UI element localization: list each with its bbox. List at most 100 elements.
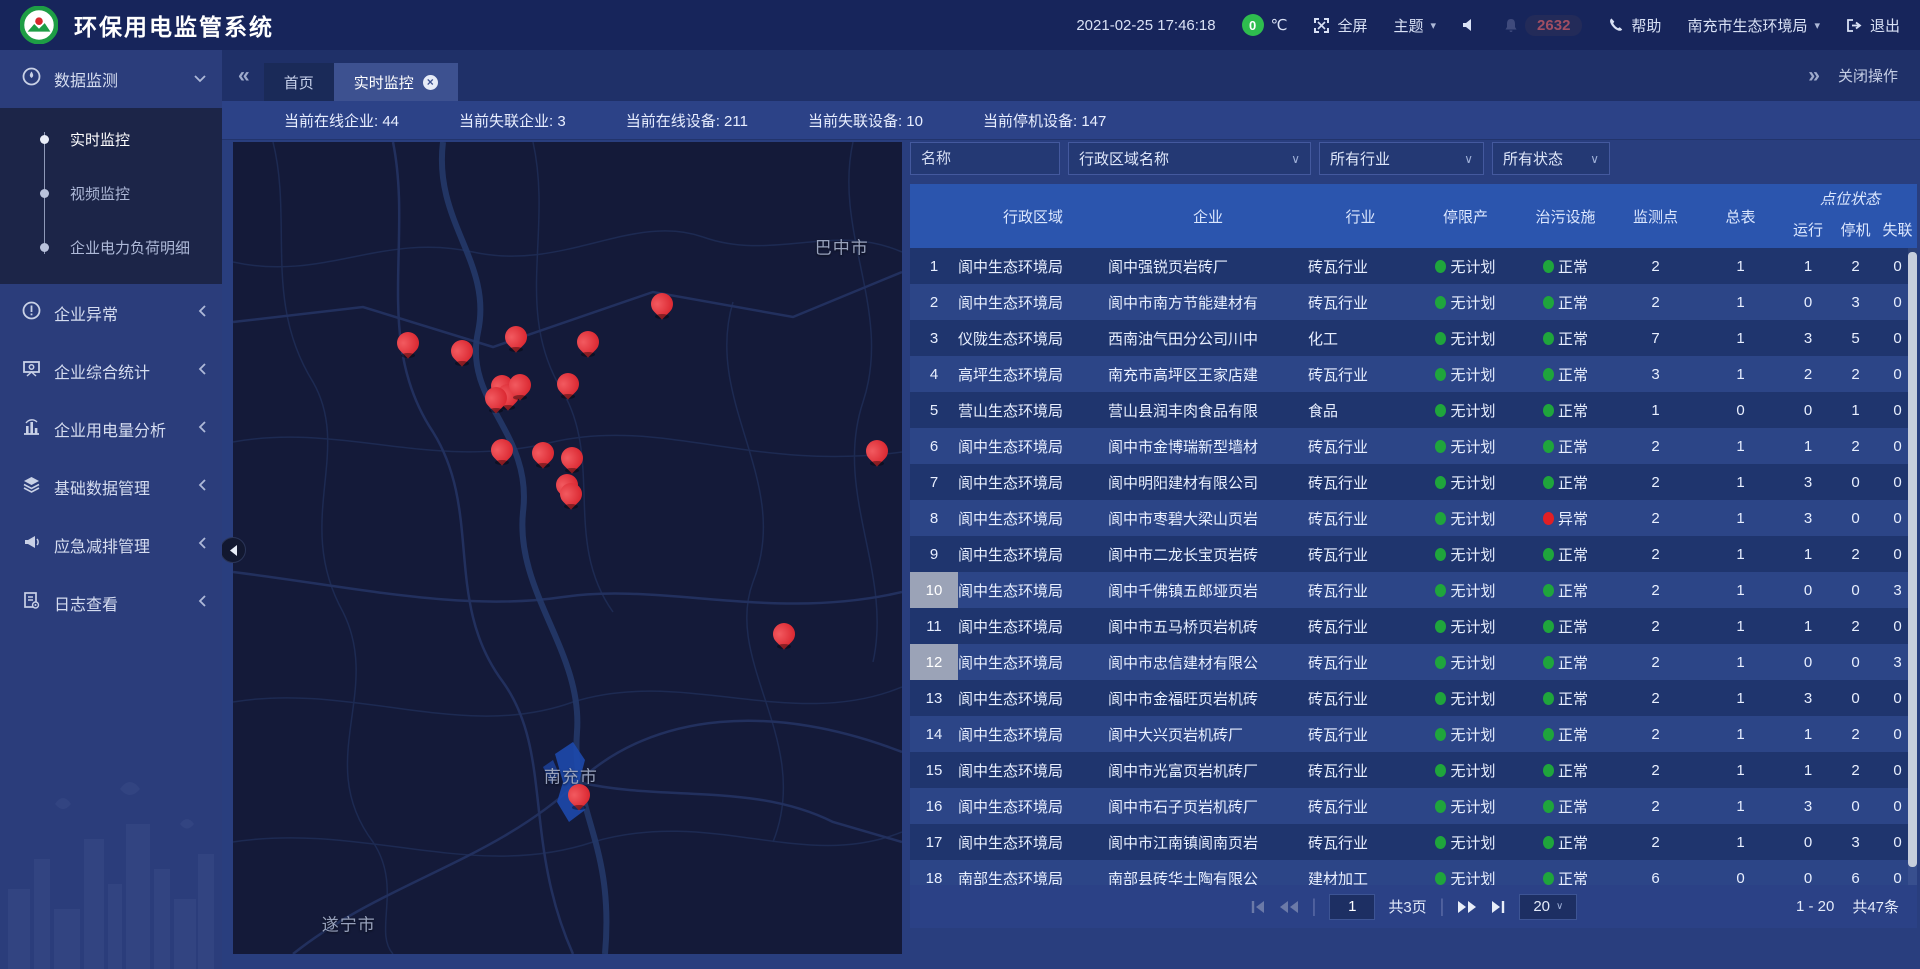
row-limit-status: 无计划 (1413, 788, 1518, 824)
map-pin[interactable] (485, 387, 507, 409)
map-pin[interactable] (651, 293, 673, 315)
sidebar-item-label: 日志查看 (54, 591, 185, 615)
next-page-icon[interactable] (1457, 900, 1477, 914)
table-row[interactable]: 7阆中生态环境局阆中明阳建材有限公司砖瓦行业无计划正常21300 (910, 464, 1917, 500)
map-pin[interactable] (561, 447, 583, 469)
close-tab-icon[interactable]: × (423, 75, 438, 90)
sidebar-item-label: 企业异常 (54, 301, 185, 325)
org-dropdown[interactable]: 南充市生态环境局 ▾ (1687, 15, 1820, 36)
map-pin[interactable] (509, 374, 531, 396)
table-row[interactable]: 1阆中生态环境局阆中强锐页岩砖厂砖瓦行业无计划正常21120 (910, 248, 1917, 284)
prev-page-icon[interactable] (1279, 900, 1299, 914)
limit-status-label: 无计划 (1450, 544, 1495, 565)
table-row[interactable]: 14阆中生态环境局阆中大兴页岩机砖厂砖瓦行业无计划正常21120 (910, 716, 1917, 752)
row-run-count: 1 (1783, 536, 1833, 572)
chevron-down-icon (194, 70, 206, 88)
fullscreen-button[interactable]: 全屏 (1313, 15, 1367, 36)
help-button[interactable]: 帮助 (1608, 15, 1661, 36)
map-pin[interactable] (532, 442, 554, 464)
sidebar-subitem-1[interactable]: 视频监控 (0, 166, 222, 220)
row-treatment-status: 正常 (1518, 716, 1613, 752)
name-search-input[interactable] (910, 142, 1060, 175)
table-row[interactable]: 8阆中生态环境局阆中市枣碧大梁山页岩砖瓦行业无计划异常21300 (910, 500, 1917, 536)
treatment-status-label: 正常 (1558, 364, 1588, 385)
table-row[interactable]: 11阆中生态环境局阆中市五马桥页岩机砖砖瓦行业无计划正常21120 (910, 608, 1917, 644)
row-index: 13 (910, 680, 958, 716)
row-region: 阆中生态环境局 (958, 284, 1108, 320)
sidebar-subitem-2[interactable]: 企业电力负荷明细 (0, 220, 222, 274)
row-company: 阆中市光富页岩机砖厂 (1108, 752, 1308, 788)
table-row[interactable]: 10阆中生态环境局阆中千佛镇五郎垭页岩砖瓦行业无计划正常21003 (910, 572, 1917, 608)
sidebar-item-5[interactable]: 应急减排管理 (0, 516, 222, 574)
map-pin[interactable] (397, 332, 419, 354)
sidebar-item-1[interactable]: 企业异常 (0, 284, 222, 342)
industry-select[interactable]: 所有行业 ∨ (1319, 142, 1484, 175)
close-operations-button[interactable]: 关闭操作 (1838, 65, 1898, 86)
first-page-icon[interactable] (1250, 900, 1266, 914)
tab-realtime-monitor[interactable]: 实时监控 × (334, 63, 458, 101)
table-row[interactable]: 9阆中生态环境局阆中市二龙长宝页岩砖砖瓦行业无计划正常21120 (910, 536, 1917, 572)
chevron-left-icon (198, 536, 206, 554)
map-pin[interactable] (505, 326, 527, 348)
row-monitor-count: 2 (1613, 536, 1698, 572)
table-row[interactable]: 4高坪生态环境局南充市高坪区王家店建砖瓦行业无计划正常31220 (910, 356, 1917, 392)
map-pin[interactable] (560, 483, 582, 505)
map-panel[interactable]: 巴中市南充市遂宁市 (233, 142, 902, 954)
sidebar-subitem-label: 企业电力负荷明细 (70, 237, 190, 258)
row-limit-status: 无计划 (1413, 752, 1518, 788)
theme-dropdown[interactable]: 主题 ▾ (1394, 15, 1437, 36)
table-row[interactable]: 12阆中生态环境局阆中市忠信建材有限公砖瓦行业无计划正常21003 (910, 644, 1917, 680)
map-pin[interactable] (568, 784, 590, 806)
row-run-count: 0 (1783, 284, 1833, 320)
table-row[interactable]: 3仪陇生态环境局西南油气田分公司川中化工无计划正常71350 (910, 320, 1917, 356)
region-select[interactable]: 行政区域名称 ∨ (1068, 142, 1311, 175)
table-row[interactable]: 17阆中生态环境局阆中市江南镇阆南页岩砖瓦行业无计划正常21030 (910, 824, 1917, 860)
treatment-status-label: 正常 (1558, 652, 1588, 673)
tabs-scroll-right-icon[interactable]: » (1808, 64, 1820, 88)
logout-button[interactable]: 退出 (1846, 15, 1900, 36)
table-row[interactable]: 6阆中生态环境局阆中市金博瑞新型墙材砖瓦行业无计划正常21120 (910, 428, 1917, 464)
map-pin[interactable] (773, 623, 795, 645)
stat-item-1: 当前失联企业: 3 (459, 110, 566, 131)
sidebar-item-0[interactable]: 数据监测 (0, 50, 222, 108)
alerts[interactable]: 2632 (1504, 15, 1582, 36)
map-pin[interactable] (866, 440, 888, 462)
sidebar-item-4[interactable]: 基础数据管理 (0, 458, 222, 516)
pagination-divider: | (1440, 896, 1445, 917)
page-size-select[interactable]: 20 ∨ (1519, 894, 1577, 920)
region-select-value: 行政区域名称 (1079, 148, 1169, 169)
tab-home[interactable]: 首页 (264, 63, 334, 101)
map-pin[interactable] (491, 439, 513, 461)
mute-button[interactable] (1462, 18, 1478, 32)
row-limit-status: 无计划 (1413, 536, 1518, 572)
map-pin[interactable] (557, 373, 579, 395)
table-row[interactable]: 15阆中生态环境局阆中市光富页岩机砖厂砖瓦行业无计划正常21120 (910, 752, 1917, 788)
table-row[interactable]: 18南部生态环境局南部县砖华土陶有限公建材加工无计划正常60060 (910, 860, 1917, 885)
table-row[interactable]: 2阆中生态环境局阆中市南方节能建材有砖瓦行业无计划正常21030 (910, 284, 1917, 320)
table-row[interactable]: 5营山生态环境局营山县润丰肉食品有限食品无计划正常10010 (910, 392, 1917, 428)
sidebar-item-2[interactable]: 企业综合统计 (0, 342, 222, 400)
sidebar-item-6[interactable]: 日志查看 (0, 574, 222, 632)
treatment-status-label: 正常 (1558, 580, 1588, 601)
tabs-scroll-left-icon[interactable]: « (238, 64, 250, 88)
map-pin[interactable] (451, 340, 473, 362)
table-row[interactable]: 13阆中生态环境局阆中市金福旺页岩机砖砖瓦行业无计划正常21300 (910, 680, 1917, 716)
page-number-input[interactable] (1329, 894, 1375, 920)
row-industry: 建材加工 (1308, 860, 1413, 885)
col-region: 行政区域 (958, 184, 1108, 248)
map-pin[interactable] (577, 331, 599, 353)
app-root: 环保用电监管系统 2021-02-25 17:46:18 0 ℃ 全屏 主题 ▾ (0, 0, 1920, 969)
table-scrollbar[interactable] (1908, 252, 1917, 867)
sidebar-item-3[interactable]: 企业用电量分析 (0, 400, 222, 458)
last-page-icon[interactable] (1490, 900, 1506, 914)
temperature: 0 ℃ (1242, 14, 1288, 36)
table-row[interactable]: 16阆中生态环境局阆中市石子页岩机砖厂砖瓦行业无计划正常21300 (910, 788, 1917, 824)
sidebar-subitem-0[interactable]: 实时监控 (0, 112, 222, 166)
row-region: 阆中生态环境局 (958, 572, 1108, 608)
status-select[interactable]: 所有状态 ∨ (1492, 142, 1610, 175)
sidebar-item-label: 数据监测 (54, 67, 181, 91)
status-dot-icon (1435, 548, 1446, 561)
temperature-value: 0 (1242, 14, 1264, 36)
row-meter-count: 0 (1698, 392, 1783, 428)
row-index: 12 (910, 644, 958, 680)
